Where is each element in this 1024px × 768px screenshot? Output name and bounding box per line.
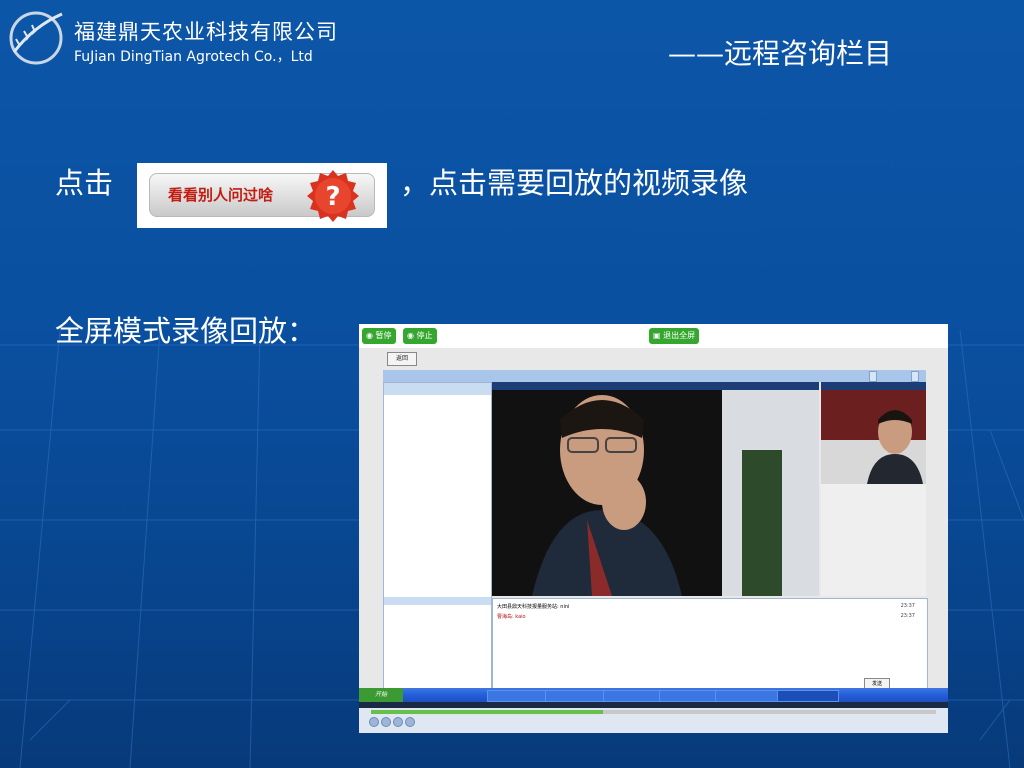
os-taskbar: 开始 — [359, 688, 948, 702]
exit-fullscreen-icon: ▣ — [653, 331, 661, 340]
play-control-icon[interactable] — [369, 717, 379, 727]
pause-button[interactable]: ◉ 暂停 — [362, 328, 396, 344]
forward-control-icon[interactable] — [393, 717, 403, 727]
taskbar-item-3[interactable] — [603, 690, 663, 702]
chat-message-1: 大田县鼎天科技报量服务站: nini — [497, 603, 569, 610]
remote-video-frame — [821, 390, 926, 484]
taskbar-item-1[interactable] — [487, 690, 549, 702]
instruction-click-suffix: ，点击需要回放的视频录像 — [400, 166, 749, 200]
playback-status-strip — [359, 702, 948, 708]
window-header-bar — [383, 370, 926, 382]
taskbar-item-2[interactable] — [545, 690, 607, 702]
chat-message-2-text: kaio — [515, 614, 526, 620]
chat-message-1-time: 23:37 — [900, 603, 915, 609]
main-video-titlebar — [492, 382, 819, 390]
main-video — [492, 390, 819, 596]
main-video-frame — [492, 390, 819, 596]
stop-button[interactable]: ◉ 停止 — [403, 328, 437, 344]
mode-button-2[interactable] — [911, 371, 919, 382]
taskbar-item-active[interactable] — [777, 690, 839, 702]
volume-control-icon[interactable] — [405, 717, 415, 727]
playback-progress-fill — [371, 710, 603, 714]
chat-message-2-time: 23:37 — [900, 613, 915, 619]
player-toolbar: ◉ 暂停 ◉ 停止 ▣ 退出全屏 — [359, 324, 948, 348]
exit-fullscreen-label: 退出全屏 — [663, 331, 696, 340]
company-name-en: FuJian DingTian Agrotech Co.，Ltd — [74, 49, 313, 65]
remote-video — [821, 390, 926, 484]
chat-message-2-sender: 曹海岛: — [497, 614, 516, 620]
return-button[interactable]: 返回 — [387, 352, 417, 366]
stop-label: 停止 — [416, 331, 433, 340]
stop-icon: ◉ — [407, 331, 414, 340]
rewind-control-icon[interactable] — [381, 717, 391, 727]
user-list-tabs — [384, 383, 491, 395]
svg-text:?: ? — [325, 182, 340, 212]
user-list-panel — [383, 382, 492, 690]
start-button[interactable]: 开始 — [359, 688, 403, 702]
fullscreen-playback-heading: 全屏模式录像回放： — [55, 314, 317, 348]
question-badge-icon: ? — [307, 170, 359, 222]
company-logo: 福建鼎天农业科技有限公司 FuJian DingTian Agrotech Co… — [6, 6, 341, 66]
playback-controls — [359, 702, 948, 733]
company-name-cn: 福建鼎天农业科技有限公司 — [74, 20, 338, 44]
chat-message-1-text: nini — [560, 604, 570, 610]
wheat-emblem-icon — [9, 11, 63, 65]
pause-label: 暂停 — [375, 331, 392, 340]
exit-fullscreen-button[interactable]: ▣ 退出全屏 — [649, 328, 700, 344]
ask-history-button-image[interactable]: 看看别人问过啥 ? — [137, 163, 387, 228]
chat-log: 大田县鼎天科技报量服务站: nini 23:37 曹海岛: kaio 23:37 — [492, 598, 928, 690]
section-title: ——远程咨询栏目 — [668, 37, 893, 70]
playback-screenshot: ◉ 暂停 ◉ 停止 ▣ 退出全屏 返回 大田县鼎天科技报量服务站: nini 2… — [359, 324, 948, 733]
taskbar-item-4[interactable] — [659, 690, 719, 702]
taskbar-item-5[interactable] — [715, 690, 781, 702]
remote-video-titlebar — [821, 382, 926, 390]
chat-message-1-sender: 大田县鼎天科技报量服务站: — [497, 604, 561, 610]
chat-message-2: 曹海岛: kaio — [497, 613, 526, 620]
ask-history-label: 看看别人问过啥 — [168, 186, 274, 204]
instruction-click-prefix: 点击 — [55, 166, 114, 200]
playback-progress-track[interactable] — [371, 710, 936, 714]
remote-video-blank-area — [821, 484, 926, 596]
mode-button-1[interactable] — [869, 371, 877, 382]
user-list-footer — [384, 597, 491, 605]
pause-icon: ◉ — [366, 331, 373, 340]
